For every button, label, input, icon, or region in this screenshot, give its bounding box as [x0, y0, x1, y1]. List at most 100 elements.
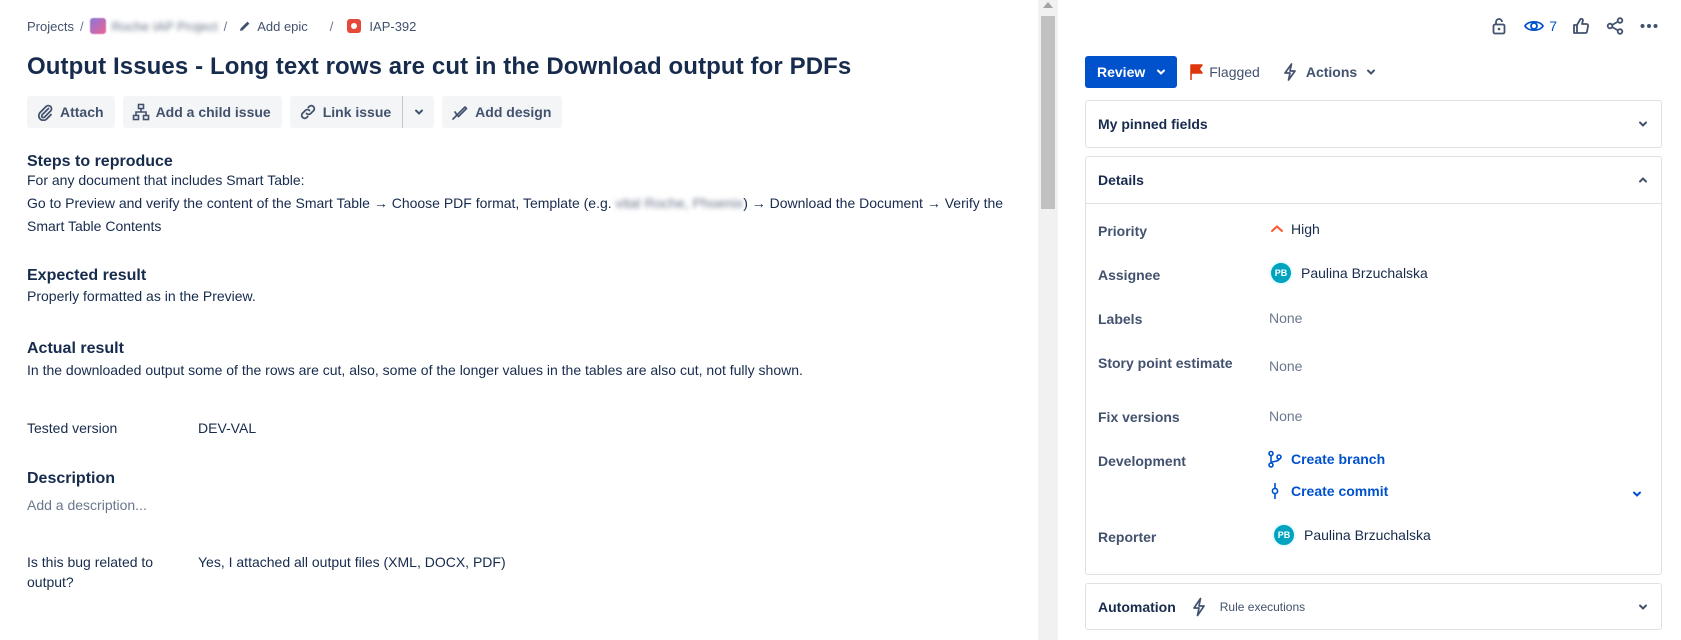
thumbs-up-icon[interactable] — [1571, 16, 1591, 36]
steps-line-1: For any document that includes Smart Tab… — [27, 172, 305, 188]
create-commit-label: Create commit — [1291, 483, 1389, 499]
automation-title: Automation — [1098, 599, 1176, 615]
issue-side-pane: 7 Review Flagged Actions My pinned field… — [1058, 0, 1681, 640]
automation-header[interactable]: Automation Rule executions — [1086, 584, 1661, 630]
bug-related-value[interactable]: Yes, I attached all output files (XML, D… — [198, 554, 506, 570]
issue-main-pane: Projects / Roche IAP Project / Add epic … — [0, 0, 1035, 640]
actual-heading: Actual result — [27, 340, 124, 357]
chevron-down-icon — [414, 109, 423, 115]
reporter-name: Paulina Brzuchalska — [1304, 527, 1431, 543]
details-title: Details — [1098, 172, 1144, 188]
breadcrumb-project-name: Roche IAP Project — [111, 18, 218, 34]
assignee-avatar: PB — [1269, 261, 1293, 285]
status-review-button[interactable]: Review — [1085, 56, 1178, 88]
story-points-label: Story point estimate — [1098, 355, 1233, 371]
reporter-value[interactable]: PB Paulina Brzuchalska — [1272, 523, 1431, 547]
eye-icon — [1524, 20, 1545, 32]
issue-toolbar: Attach Add a child issue Link issue Add … — [27, 96, 563, 128]
breadcrumb-projects[interactable]: Projects — [27, 19, 74, 34]
reporter-avatar: PB — [1272, 523, 1296, 547]
add-epic-label: Add epic — [257, 18, 308, 34]
pencil-icon — [240, 21, 250, 31]
scroll-up-arrow-icon[interactable] — [1043, 2, 1053, 8]
development-expand-chevron-icon[interactable] — [1631, 488, 1643, 500]
watch-count: 7 — [1549, 18, 1557, 34]
labels-value[interactable]: None — [1269, 310, 1302, 326]
pinned-fields-panel[interactable]: My pinned fields — [1085, 100, 1662, 148]
chevron-up-icon — [1639, 177, 1647, 183]
automation-title-group: Automation Rule executions — [1098, 597, 1305, 617]
assignee-value[interactable]: PB Paulina Brzuchalska — [1269, 261, 1428, 285]
breadcrumb-project[interactable]: Roche IAP Project — [89, 18, 218, 34]
link-issue-group: Link issue — [289, 96, 435, 128]
create-commit-link[interactable]: Create commit — [1267, 482, 1388, 500]
tested-version-value[interactable]: DEV-VAL — [198, 420, 256, 436]
add-design-label: Add design — [475, 104, 552, 120]
breadcrumb-separator: / — [329, 18, 334, 34]
flag-icon — [1190, 64, 1203, 80]
pinned-fields-header[interactable]: My pinned fields — [1086, 101, 1661, 147]
link-issue-label: Link issue — [322, 104, 392, 120]
tested-version-label: Tested version — [27, 420, 118, 436]
development-label: Development — [1098, 453, 1186, 469]
share-icon[interactable] — [1605, 16, 1625, 36]
main-scrollbar[interactable] — [1038, 0, 1058, 640]
chevron-down-icon — [1639, 604, 1647, 610]
watch-button[interactable]: 7 — [1523, 15, 1557, 37]
issue-header-actions: 7 — [1489, 15, 1659, 37]
status-row: Review Flagged Actions — [1085, 56, 1377, 88]
add-design-button[interactable]: Add design — [442, 96, 563, 128]
scroll-thumb[interactable] — [1041, 16, 1055, 209]
attach-button[interactable]: Attach — [27, 96, 115, 128]
hierarchy-icon — [132, 103, 149, 121]
breadcrumb-separator: / — [79, 18, 84, 34]
priority-label: Priority — [1098, 223, 1148, 239]
details-header[interactable]: Details — [1086, 157, 1661, 204]
status-label: Review — [1097, 64, 1146, 80]
description-field[interactable]: Add a description... — [27, 493, 147, 517]
steps-line-3: Smart Table Contents — [27, 218, 162, 234]
priority-high-icon — [1271, 225, 1283, 232]
fix-versions-value[interactable]: None — [1269, 408, 1302, 424]
steps-line-2: Go to Preview and verify the content of … — [27, 191, 1003, 215]
design-icon — [452, 106, 468, 120]
lock-icon[interactable] — [1489, 16, 1509, 36]
issue-title[interactable]: Output Issues - Long text rows are cut i… — [27, 53, 851, 81]
commit-icon — [1271, 483, 1279, 499]
link-icon — [300, 104, 315, 120]
priority-text: High — [1291, 221, 1320, 237]
assignee-name: Paulina Brzuchalska — [1301, 265, 1428, 281]
steps-text-blurred: vital Roche, Phoenix — [615, 195, 744, 211]
flagged-indicator[interactable]: Flagged — [1189, 63, 1260, 81]
more-icon[interactable] — [1639, 16, 1659, 36]
reporter-label: Reporter — [1098, 529, 1157, 545]
actions-button[interactable]: Actions — [1282, 63, 1377, 81]
breadcrumb: Projects / Roche IAP Project / Add epic … — [27, 17, 416, 35]
create-branch-label: Create branch — [1291, 451, 1386, 467]
paperclip-icon — [37, 104, 53, 121]
create-branch-link[interactable]: Create branch — [1267, 450, 1385, 468]
story-points-value[interactable]: None — [1269, 358, 1302, 374]
priority-value[interactable]: High — [1269, 221, 1320, 237]
flagged-label: Flagged — [1209, 64, 1260, 80]
link-issue-dropdown[interactable] — [402, 96, 435, 128]
assignee-label: Assignee — [1098, 267, 1161, 283]
attach-label: Attach — [60, 104, 104, 120]
chevron-down-icon — [1367, 69, 1376, 75]
link-issue-button[interactable]: Link issue — [289, 96, 403, 128]
chevron-down-icon — [1639, 121, 1647, 127]
rule-executions-link[interactable]: Rule executions — [1220, 600, 1305, 614]
expected-text: Properly formatted as in the Preview. — [27, 288, 256, 304]
labels-label: Labels — [1098, 311, 1143, 327]
add-child-issue-button[interactable]: Add a child issue — [122, 96, 282, 128]
bug-type-icon — [347, 19, 362, 33]
breadcrumb-separator: / — [223, 18, 228, 34]
actual-text: In the downloaded output some of the row… — [27, 362, 803, 378]
actions-label: Actions — [1305, 64, 1358, 80]
breadcrumb-issue[interactable]: IAP-392 — [347, 19, 416, 34]
issue-key: IAP-392 — [369, 18, 417, 34]
lightning-icon — [1283, 63, 1296, 81]
breadcrumb-add-epic[interactable]: Add epic — [239, 19, 308, 34]
chevron-down-icon — [1157, 69, 1166, 75]
automation-panel[interactable]: Automation Rule executions — [1085, 583, 1662, 630]
